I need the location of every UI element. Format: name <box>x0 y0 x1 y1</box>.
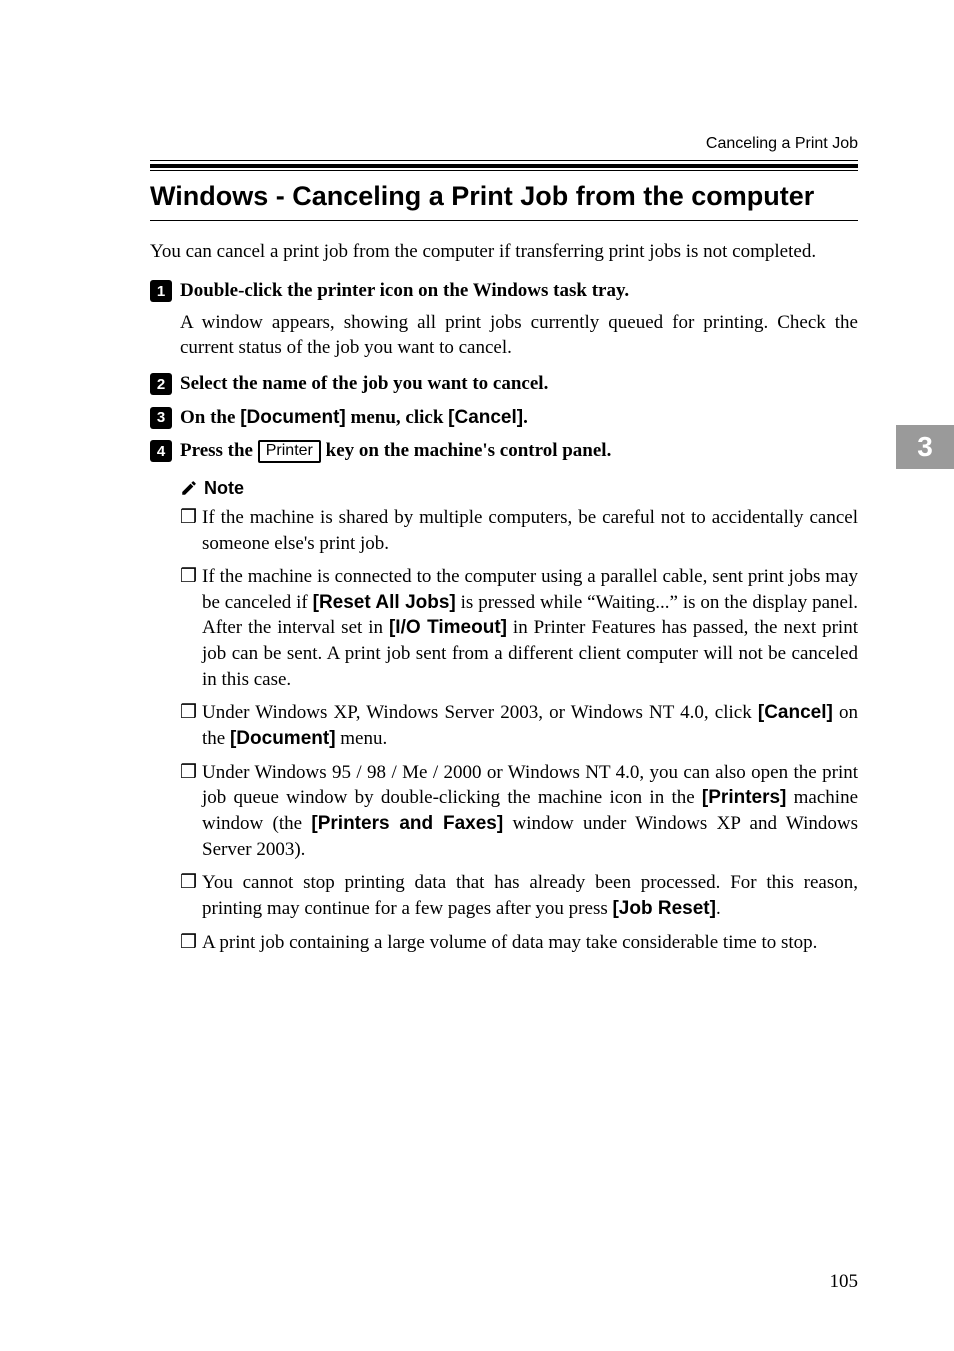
ui-ref-document: [Document] <box>230 728 336 749</box>
heading-rule-mid <box>150 170 858 171</box>
note-item-4: ❒ Under Windows 95 / 98 / Me / 2000 or W… <box>180 760 858 863</box>
step-4-title: Press the Printer key on the machine's c… <box>180 438 858 464</box>
ui-ref-reset-all-jobs: [Reset All Jobs] <box>313 592 456 613</box>
step-1: 1 Double-click the printer icon on the W… <box>150 278 858 304</box>
step-2-title: Select the name of the job you want to c… <box>180 371 858 397</box>
bullet-icon: ❒ <box>180 930 202 956</box>
page-number: 105 <box>830 1271 859 1293</box>
hardware-key-printer: Printer <box>258 440 321 463</box>
text: key on the machine's control panel. <box>321 440 611 461</box>
ui-ref-cancel: [Cancel] <box>448 407 523 428</box>
text: . <box>523 407 528 428</box>
ui-ref-cancel: [Cancel] <box>758 702 833 723</box>
bullet-icon: ❒ <box>180 505 202 556</box>
text: On the <box>180 407 240 428</box>
ui-ref-io-timeout: [I/O Timeout] <box>389 617 507 638</box>
heading-rule-bottom <box>150 220 858 221</box>
pencil-icon <box>180 479 198 497</box>
text: menu, click <box>346 407 448 428</box>
step-number-badge: 1 <box>150 280 172 302</box>
ui-ref-printers-and-faxes: [Printers and Faxes] <box>311 813 503 834</box>
note-heading: Note <box>180 478 858 499</box>
text: Under Windows XP, Windows Server 2003, o… <box>202 702 758 723</box>
step-1-title: Double-click the printer icon on the Win… <box>180 278 858 304</box>
page: Canceling a Print Job 3 Windows - Cancel… <box>0 0 954 1351</box>
bullet-icon: ❒ <box>180 870 202 921</box>
bullet-icon: ❒ <box>180 700 202 751</box>
note-item-3: ❒ Under Windows XP, Windows Server 2003,… <box>180 700 858 751</box>
note-item-6: ❒ A print job containing a large volume … <box>180 930 858 956</box>
note-2-text: If the machine is connected to the compu… <box>202 564 858 692</box>
header-rule <box>150 160 858 161</box>
step-number-badge: 4 <box>150 440 172 462</box>
text: You cannot stop printing data that has a… <box>202 872 858 919</box>
note-item-2: ❒ If the machine is connected to the com… <box>180 564 858 692</box>
running-header: Canceling a Print Job <box>706 135 858 153</box>
heading-rule-top <box>150 164 858 168</box>
step-number-badge: 2 <box>150 373 172 395</box>
bullet-icon: ❒ <box>180 760 202 863</box>
intro-paragraph: You can cancel a print job from the comp… <box>150 239 858 264</box>
text: menu. <box>336 728 388 749</box>
section-heading: Windows - Canceling a Print Job from the… <box>150 181 858 212</box>
section-number: 3 <box>917 431 933 463</box>
text: . <box>716 898 721 919</box>
section-tab: 3 <box>896 425 954 469</box>
bullet-icon: ❒ <box>180 564 202 692</box>
text: Press the <box>180 440 258 461</box>
note-1-text: If the machine is shared by multiple com… <box>202 505 858 556</box>
note-label: Note <box>204 478 244 499</box>
step-3: 3 On the [Document] menu, click [Cancel]… <box>150 405 858 431</box>
ui-ref-document: [Document] <box>240 407 346 428</box>
ui-ref-printers: [Printers] <box>702 787 786 808</box>
step-3-title: On the [Document] menu, click [Cancel]. <box>180 405 858 431</box>
note-item-1: ❒ If the machine is shared by multiple c… <box>180 505 858 556</box>
note-item-5: ❒ You cannot stop printing data that has… <box>180 870 858 921</box>
ui-ref-job-reset: [Job Reset] <box>612 898 715 919</box>
note-3-text: Under Windows XP, Windows Server 2003, o… <box>202 700 858 751</box>
step-1-body: A window appears, showing all print jobs… <box>180 310 858 361</box>
step-4: 4 Press the Printer key on the machine's… <box>150 438 858 464</box>
note-4-text: Under Windows 95 / 98 / Me / 2000 or Win… <box>202 760 858 863</box>
note-6-text: A print job containing a large volume of… <box>202 930 858 956</box>
note-5-text: You cannot stop printing data that has a… <box>202 870 858 921</box>
step-2: 2 Select the name of the job you want to… <box>150 371 858 397</box>
step-number-badge: 3 <box>150 407 172 429</box>
